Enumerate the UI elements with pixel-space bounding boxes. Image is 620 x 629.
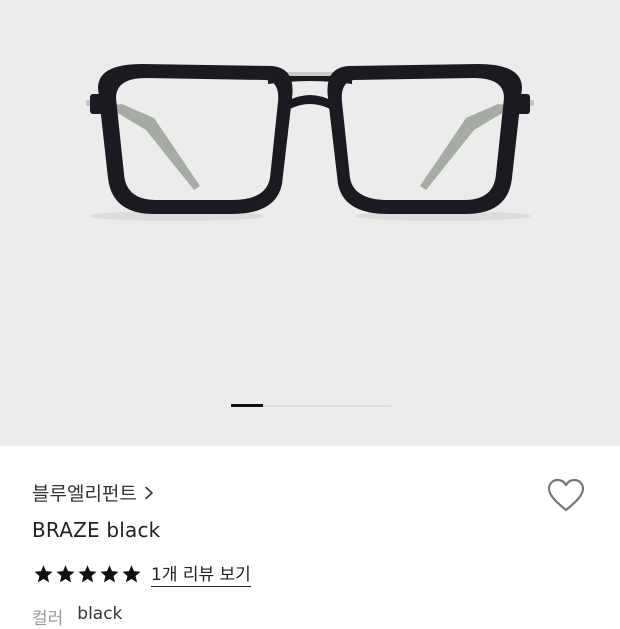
star-rating (33, 564, 142, 584)
star-icon (56, 564, 75, 582)
star-icon (122, 564, 141, 582)
pager-dot-active[interactable] (231, 404, 263, 407)
heart-icon[interactable] (547, 478, 585, 514)
product-image-glasses (86, 64, 534, 221)
pager-dot[interactable] (359, 405, 391, 407)
color-label: 컬러 (32, 609, 64, 629)
chevron-right-icon (145, 486, 153, 499)
color-value: black (77, 604, 123, 624)
rating-row: 1개 리뷰 보기 (33, 560, 251, 587)
star-icon (100, 564, 119, 582)
pager-dot[interactable] (295, 405, 327, 407)
brand-link[interactable]: 블루엘리펀트 (32, 479, 155, 506)
product-image-gallery[interactable] (0, 0, 620, 446)
pager-dot[interactable] (263, 405, 295, 407)
star-icon (34, 564, 53, 582)
product-title: BRAZE black (32, 518, 161, 542)
review-link[interactable]: 1개 리뷰 보기 (151, 560, 251, 587)
pager-dot[interactable] (327, 405, 359, 407)
color-row: 컬러 black (32, 604, 122, 629)
gallery-pager (0, 403, 620, 409)
product-info: 블루엘리펀트 BRAZE black 1개 리뷰 보기 컬러 black (0, 446, 620, 629)
brand-name: 블루엘리펀트 (32, 483, 137, 505)
star-icon (78, 564, 97, 582)
